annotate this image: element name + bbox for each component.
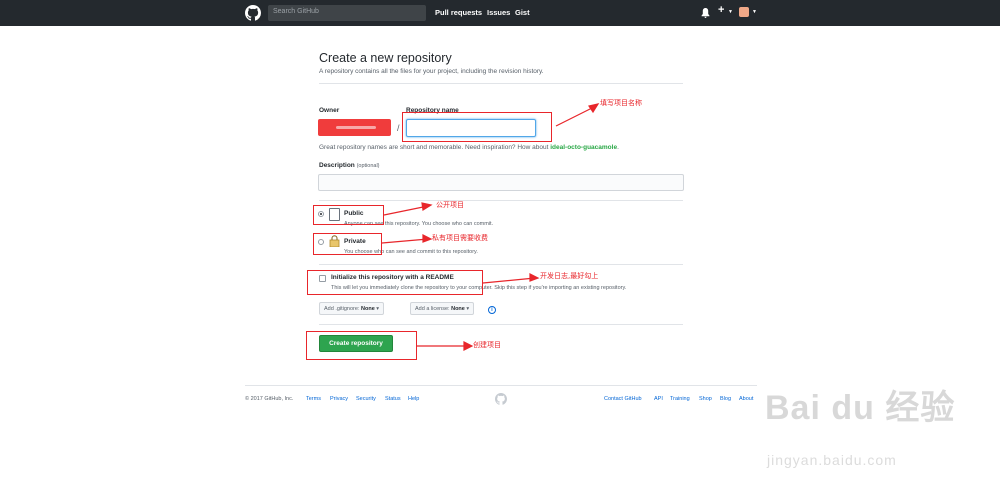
watermark-url: jingyan.baidu.com (767, 452, 897, 468)
footer-link-help[interactable]: Help (408, 396, 419, 402)
footer-divider (245, 385, 757, 386)
watermark-logo: Bai du 经验 (765, 389, 956, 427)
footer-link-about[interactable]: About (739, 396, 753, 402)
footer-link-contact[interactable]: Contact GitHub (604, 396, 642, 402)
footer-link-api[interactable]: API (654, 396, 663, 402)
footer-link-security[interactable]: Security (356, 396, 376, 402)
annotation-public: 公开项目 (436, 201, 464, 209)
footer-link-blog[interactable]: Blog (720, 396, 731, 402)
footer-link-shop[interactable]: Shop (699, 396, 712, 402)
footer-link-training[interactable]: Training (670, 396, 690, 402)
footer-link-privacy[interactable]: Privacy (330, 396, 348, 402)
baidu-watermark: Bai du 经验 jingyan.baidu.com (765, 380, 965, 480)
annotation-readme: 开发日志,最好勾上 (540, 272, 599, 280)
annotation-private: 私有项目需要收费 (432, 234, 488, 242)
footer-link-status[interactable]: Status (385, 396, 401, 402)
annotation-create: 创建项目 (473, 341, 501, 349)
footer-link-terms[interactable]: Terms (306, 396, 321, 402)
github-mark-icon[interactable] (495, 393, 507, 405)
footer-copyright: © 2017 GitHub, Inc. (245, 396, 294, 402)
annotation-repo-name: 填写项目名称 (600, 99, 642, 107)
